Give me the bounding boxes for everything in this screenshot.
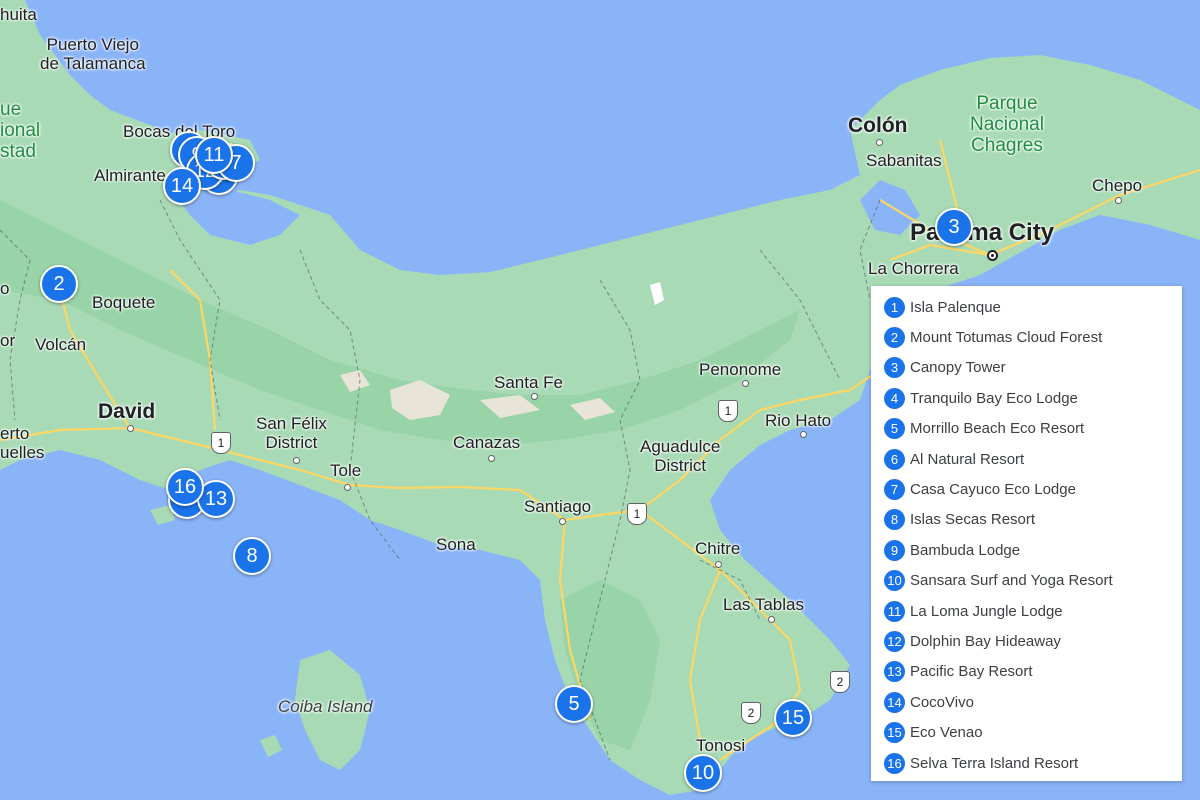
map-marker[interactable]: 11 [195,136,233,174]
legend-item[interactable]: 4 Tranquilo Bay Eco Lodge [884,383,1182,413]
legend-number-badge: 5 [884,418,905,440]
city-dot [1115,197,1122,204]
route-shield: 1 [211,432,231,454]
legend-label: Pacific Bay Resort [910,663,1033,681]
legend-number-badge: 11 [884,600,905,622]
city-dot [127,425,134,432]
legend-number-badge: 14 [884,691,905,713]
legend-label: Al Natural Resort [910,450,1025,468]
map-marker[interactable]: 8 [233,537,271,575]
legend-item[interactable]: 15 Eco Venao [884,717,1182,747]
map-marker[interactable]: 2 [40,265,78,303]
map-marker[interactable]: 3 [935,208,973,246]
legend-number-badge: 9 [884,539,905,561]
city-dot [344,484,351,491]
city-dot [293,457,300,464]
legend-item[interactable]: 2 Mount Totumas Cloud Forest [884,322,1182,352]
city-dot [531,393,538,400]
capital-dot [987,250,998,261]
legend-label: Isla Palenque [910,298,1001,316]
legend-item[interactable]: 12 Dolphin Bay Hideaway [884,626,1182,656]
city-dot [715,561,722,568]
legend-label: CocoVivo [910,693,974,711]
legend-number-badge: 7 [884,479,905,501]
legend-label: Morrillo Beach Eco Resort [910,420,1085,438]
legend-number-badge: 12 [884,630,905,652]
legend-number-badge: 2 [884,327,905,349]
legend-label: Islas Secas Resort [910,511,1036,529]
route-shield: 1 [718,400,738,422]
legend-item[interactable]: 3 Canopy Tower [884,353,1182,383]
legend-label: La Loma Jungle Lodge [910,602,1063,620]
legend-item[interactable]: 1 Isla Palenque [884,292,1182,322]
legend-panel: 1 Isla Palenque 2 Mount Totumas Cloud Fores… [871,286,1182,781]
city-dot [800,431,807,438]
legend-label: Selva Terra Island Resort [910,754,1079,772]
legend-number-badge: 3 [884,357,905,379]
map-marker[interactable]: 5 [555,685,593,723]
legend-list: 1 Isla Palenque 2 Mount Totumas Cloud Fores… [884,292,1182,778]
city-dot [742,380,749,387]
legend-number-badge: 1 [884,296,905,318]
legend-item[interactable]: 5 Morrillo Beach Eco Resort [884,414,1182,444]
route-shield: 1 [627,503,647,525]
legend-item[interactable]: 7 Casa Cayuco Eco Lodge [884,474,1182,504]
city-dot [876,139,883,146]
legend-item[interactable]: 11 La Loma Jungle Lodge [884,596,1182,626]
legend-item[interactable]: 13 Pacific Bay Resort [884,657,1182,687]
legend-label: Casa Cayuco Eco Lodge [910,481,1076,499]
map-marker[interactable]: 15 [774,699,812,737]
legend-number-badge: 16 [884,752,905,774]
legend-label: Dolphin Bay Hideaway [910,632,1061,650]
legend-number-badge: 15 [884,722,905,744]
legend-item[interactable]: 14 CocoVivo [884,687,1182,717]
legend-label: Canopy Tower [910,359,1006,377]
legend-number-badge: 4 [884,387,905,409]
legend-label: Sansara Surf and Yoga Resort [910,572,1113,590]
city-dot [488,455,495,462]
legend-label: Tranquilo Bay Eco Lodge [910,389,1078,407]
route-shield: 2 [830,671,850,693]
legend-item[interactable]: 16 Selva Terra Island Resort [884,748,1182,778]
legend-number-badge: 8 [884,509,905,531]
route-shield: 2 [741,702,761,724]
city-dot [559,518,566,525]
map-marker[interactable]: 14 [163,167,201,205]
legend-item[interactable]: 10 Sansara Surf and Yoga Resort [884,566,1182,596]
legend-item[interactable]: 6 Al Natural Resort [884,444,1182,474]
legend-label: Eco Venao [910,724,983,742]
legend-number-badge: 6 [884,448,905,470]
map-marker[interactable]: 10 [684,754,722,792]
legend-label: Mount Totumas Cloud Forest [910,329,1103,347]
map-marker[interactable]: 16 [166,468,204,506]
legend-label: Bambuda Lodge [910,541,1021,559]
legend-item[interactable]: 9 Bambuda Lodge [884,535,1182,565]
legend-number-badge: 10 [884,570,905,592]
legend-item[interactable]: 8 Islas Secas Resort [884,505,1182,535]
legend-number-badge: 13 [884,661,905,683]
city-dot [768,616,775,623]
